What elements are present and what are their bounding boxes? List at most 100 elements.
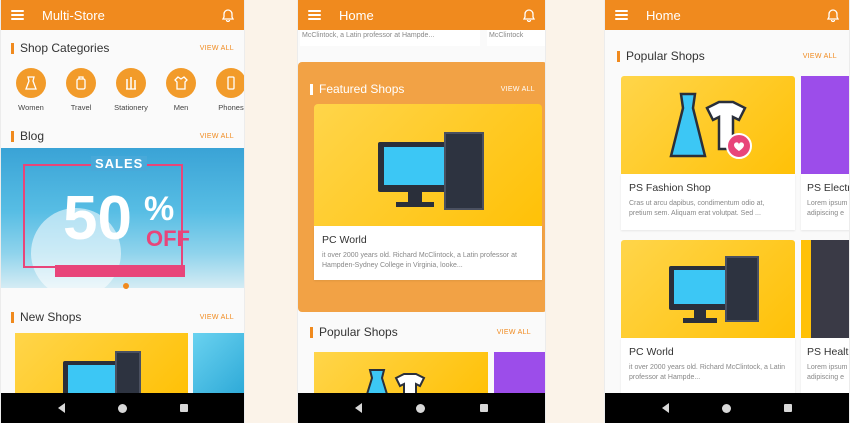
shop-card-electronics[interactable]: PS Electr Lorem ipsum adipiscing e — [801, 174, 850, 230]
app-bar: Multi-Store — [1, 0, 244, 30]
view-all-link[interactable]: VIEW ALL — [200, 314, 234, 321]
menu-icon[interactable] — [11, 10, 24, 20]
card-snippet[interactable]: McClintock, a Latin professor at Hampde.… — [300, 30, 480, 46]
featured-shop-image[interactable] — [314, 104, 542, 226]
section-title: Popular Shops — [626, 49, 705, 63]
category-label: Men — [173, 103, 189, 112]
category-men[interactable]: Men — [165, 68, 197, 112]
section-accent-bar — [11, 130, 14, 142]
phone-icon — [216, 68, 244, 98]
banner-off-text: OFF — [146, 226, 190, 251]
shop-card-fashion[interactable]: PS Fashion Shop Cras ut arcu dapibus, co… — [621, 174, 795, 230]
phone-screen-home-popular: Home Popular Shops VIEW ALL PS Fashion S… — [604, 0, 850, 423]
view-all-link[interactable]: VIEW ALL — [200, 45, 234, 52]
app-title: Home — [339, 7, 374, 23]
view-all-link[interactable]: VIEW ALL — [803, 53, 837, 60]
pencils-icon — [116, 68, 146, 98]
notification-bell-icon[interactable] — [523, 8, 535, 22]
app-bar: Home — [605, 0, 849, 30]
back-icon[interactable] — [661, 403, 669, 413]
shop-thumbnail-pc-world[interactable] — [621, 240, 795, 338]
shop-description: Lorem ipsum adipiscing e — [807, 364, 848, 382]
phone-screen-multistore: Multi-Store Shop Categories VIEW ALL Wom… — [0, 0, 245, 423]
section-accent-bar — [11, 311, 14, 323]
phone-screen-home-featured: Home McClintock, a Latin professor at Ha… — [297, 0, 546, 423]
shop-name: PS Electr — [807, 182, 850, 194]
home-icon[interactable] — [117, 403, 127, 413]
shop-description: Cras ut arcu dapibus, condimentum odio a… — [629, 200, 765, 218]
shop-name: PS Health — [807, 346, 850, 358]
shop-card-health[interactable]: PS Health Lorem ipsum adipiscing e — [801, 338, 850, 394]
blog-header: Blog VIEW ALL — [11, 129, 234, 143]
blog-sale-banner[interactable]: SALES 50 % OFF — [1, 148, 244, 288]
home-icon[interactable] — [721, 403, 731, 413]
category-label: Travel — [70, 103, 92, 112]
clothing-icon — [669, 92, 752, 159]
category-travel[interactable]: Travel — [65, 68, 97, 112]
category-list: Women Travel Stationery Men Phones — [15, 68, 244, 112]
shop-thumbnail-electronics[interactable] — [801, 76, 849, 174]
card-snippet[interactable]: McClintock — [487, 30, 545, 46]
scrolled-card-row: McClintock, a Latin professor at Hampde.… — [298, 30, 545, 46]
section-title: New Shops — [20, 310, 82, 324]
category-phones[interactable]: Phones — [215, 68, 244, 112]
shop-description: it over 2000 years old. Richard McClinto… — [629, 364, 786, 382]
section-title: Blog — [20, 129, 45, 143]
banner-discount-number: 50 — [63, 184, 132, 253]
back-icon[interactable] — [57, 403, 65, 413]
shop-description: it over 2000 years old. Richard McClinto… — [322, 252, 517, 270]
section-accent-bar — [310, 83, 313, 95]
system-nav-bar — [605, 393, 849, 423]
dress-icon — [16, 68, 46, 98]
shop-thumbnail-health[interactable] — [801, 240, 849, 338]
section-accent-bar — [11, 42, 14, 54]
notification-bell-icon[interactable] — [222, 8, 234, 22]
shop-categories-header: Shop Categories VIEW ALL — [11, 41, 234, 55]
system-nav-bar — [1, 393, 244, 423]
banner-pink-strip — [55, 265, 185, 277]
new-shop-thumbnail[interactable] — [15, 333, 188, 393]
menu-icon[interactable] — [308, 10, 321, 20]
notification-bell-icon[interactable] — [827, 8, 839, 22]
shop-card-pc-world[interactable]: PC World it over 2000 years old. Richard… — [621, 338, 795, 394]
section-title: Shop Categories — [20, 41, 110, 55]
category-stationery[interactable]: Stationery — [114, 68, 148, 112]
view-all-link[interactable]: VIEW ALL — [501, 86, 535, 93]
section-accent-bar — [617, 50, 620, 62]
view-all-link[interactable]: VIEW ALL — [497, 329, 531, 336]
carousel-indicator-dot[interactable] — [123, 283, 129, 289]
popular-shop-thumbnail[interactable] — [494, 352, 545, 397]
system-nav-bar — [298, 393, 545, 423]
category-label: Stationery — [114, 103, 148, 112]
banner-sales-text: SALES — [91, 156, 148, 171]
app-title: Multi-Store — [42, 7, 105, 23]
shop-description: Lorem ipsum adipiscing e — [807, 200, 848, 218]
section-title: Popular Shops — [319, 325, 398, 339]
featured-shop-card[interactable]: PC World it over 2000 years old. Richard… — [314, 226, 542, 280]
app-bar: Home — [298, 0, 545, 30]
banner-percent-sign: % — [144, 190, 175, 228]
recent-apps-icon[interactable] — [479, 404, 488, 412]
shirt-icon — [166, 68, 196, 98]
popular-shop-thumbnail[interactable] — [314, 352, 488, 397]
view-all-link[interactable]: VIEW ALL — [200, 133, 234, 140]
category-label: Women — [18, 103, 44, 112]
category-women[interactable]: Women — [15, 68, 47, 112]
popular-shops-header: Popular Shops VIEW ALL — [617, 49, 837, 63]
recent-apps-icon[interactable] — [179, 404, 188, 412]
featured-shops-header: Featured Shops VIEW ALL — [310, 82, 535, 96]
new-shops-header: New Shops VIEW ALL — [11, 310, 234, 324]
popular-shops-header: Popular Shops VIEW ALL — [310, 325, 531, 339]
recent-apps-icon[interactable] — [784, 404, 793, 412]
section-accent-bar — [310, 326, 313, 338]
luggage-icon — [66, 68, 96, 98]
menu-icon[interactable] — [615, 10, 628, 20]
category-label: Phones — [218, 103, 244, 112]
app-title: Home — [646, 7, 681, 23]
shop-thumbnail-fashion[interactable] — [621, 76, 795, 174]
featured-shops-section: Featured Shops VIEW ALL PC World it over… — [298, 62, 545, 312]
new-shop-thumbnail[interactable] — [193, 333, 244, 393]
section-title: Featured Shops — [319, 82, 405, 96]
home-icon[interactable] — [416, 403, 426, 413]
back-icon[interactable] — [355, 403, 363, 413]
